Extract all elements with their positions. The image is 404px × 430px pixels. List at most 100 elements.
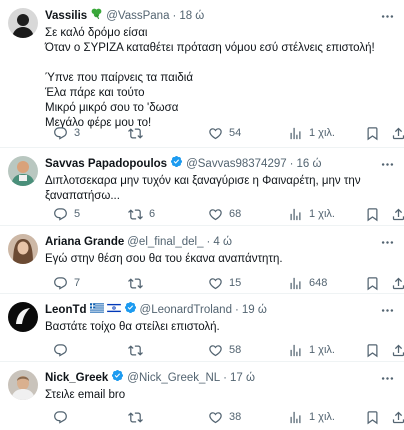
tweet[interactable]: Nick_Greek @Nick_Greek_NL · 17 ώ Στειλε … [0,362,404,430]
more-icon[interactable] [378,302,396,318]
separator-dot: · [223,372,227,384]
share-icon [391,343,404,358]
more-icon[interactable] [378,8,396,24]
avatar[interactable] [8,370,38,400]
handle[interactable]: @Nick_Greek_NL [127,370,220,386]
views-button[interactable]: 1 χιλ. [288,125,335,141]
bookmark-button[interactable] [365,125,380,141]
reply-count: 3 [74,127,81,139]
handle[interactable]: @Savvas98374297 [186,156,287,172]
avatar[interactable] [8,234,38,264]
share-button[interactable] [391,125,404,141]
reply-button[interactable]: 7 [53,275,80,291]
retweet-icon [128,276,143,291]
avatar[interactable] [8,156,38,186]
bookmark-button[interactable] [365,342,380,358]
separator-dot: · [234,304,239,316]
reply-button[interactable]: 5 [53,206,80,222]
views-icon [288,276,303,291]
reply-icon [53,276,68,291]
retweet-button[interactable] [128,342,149,358]
like-button[interactable]: 68 [208,206,241,222]
views-button[interactable]: 648 [288,275,327,291]
reply-icon [53,410,68,425]
tweet-text: Εγώ στην θέση σου θα του έκανα αναπάντητ… [45,253,283,265]
views-count: 1 χιλ. [309,208,335,220]
display-name[interactable]: Ariana Grande [45,234,124,250]
timestamp[interactable]: 18 ώ [179,8,204,24]
timestamp[interactable]: 16 ώ [296,156,321,172]
reply-button[interactable] [53,409,74,425]
reply-icon [53,343,68,358]
like-count: 38 [229,411,242,423]
tweet-actions: 7 15 648 [53,275,396,291]
timestamp[interactable]: 4 ώ [213,234,232,250]
tweet-actions: 3 54 1 χιλ. [53,125,396,141]
views-button[interactable]: 1 χιλ. [288,206,335,222]
separator-dot: · [206,236,211,248]
tweet[interactable]: Savvas Papadopoulos @Savvas98374297 · 16… [0,148,404,226]
share-icon [391,276,404,291]
more-icon[interactable] [378,370,396,386]
more-icon[interactable] [378,234,396,250]
retweet-button[interactable] [128,125,149,141]
avatar[interactable] [8,302,38,332]
retweet-button[interactable] [128,409,149,425]
like-icon [208,343,223,358]
reply-button[interactable]: 3 [53,125,80,141]
handle[interactable]: @el_final_del_ [127,234,203,250]
views-count: 648 [309,277,328,289]
reply-count: 5 [74,208,81,220]
like-button[interactable]: 38 [208,409,241,425]
tweet[interactable]: Ariana Grande @el_final_del_ · 4 ώ Εγώ σ… [0,226,404,294]
greece-flag-icon [89,302,104,318]
views-count: 1 χιλ. [309,344,335,356]
display-name[interactable]: LeonTd [45,302,87,318]
views-icon [288,126,303,141]
separator-dot: · [289,158,294,170]
share-button[interactable] [391,275,404,291]
bookmark-icon [365,343,380,358]
share-button[interactable] [391,409,404,425]
retweet-button[interactable]: 6 [128,206,155,222]
like-icon [208,410,223,425]
like-button[interactable]: 58 [208,342,241,358]
like-icon [208,276,223,291]
bookmark-button[interactable] [365,275,380,291]
timestamp[interactable]: 19 ώ [242,302,267,318]
views-button[interactable]: 1 χιλ. [288,409,335,425]
tweet[interactable]: LeonTd @LeonardTroland · 19 ώ Βαστάτε το… [0,294,404,362]
bookmark-button[interactable] [365,409,380,425]
display-name[interactable]: Vassilis [45,8,87,24]
views-button[interactable]: 1 χιλ. [288,342,335,358]
tweet[interactable]: Vassilis @VassPana · 18 ώ Σε καλό δρόμο … [0,0,404,148]
avatar[interactable] [8,8,38,38]
views-icon [288,343,303,358]
like-button[interactable]: 54 [208,125,241,141]
tweet-actions: 58 1 χιλ. [53,342,396,358]
share-icon [391,410,404,425]
tweet-header: Vassilis @VassPana · 18 ώ [45,8,396,24]
tweet-text: Διπλοτσεκαρα μην τυχόν και ξαναγύρισε η … [45,175,364,202]
tweet-actions: 38 1 χιλ. [53,409,396,425]
reply-icon [53,207,68,222]
share-button[interactable] [391,206,404,222]
reply-button[interactable] [53,342,74,358]
display-name[interactable]: Savvas Papadopoulos [45,156,167,172]
handle[interactable]: @LeonardTroland [140,302,232,318]
retweet-icon [128,343,143,358]
tweet-header: Nick_Greek @Nick_Greek_NL · 17 ώ [45,370,396,386]
share-icon [391,126,404,141]
handle[interactable]: @VassPana [106,8,169,24]
reply-count: 7 [74,277,81,289]
like-count: 58 [229,344,242,356]
bookmark-button[interactable] [365,206,380,222]
more-icon[interactable] [378,156,396,172]
like-button[interactable]: 15 [208,275,241,291]
retweet-icon [128,126,143,141]
timestamp[interactable]: 17 ώ [230,370,255,386]
share-button[interactable] [391,342,404,358]
tweet-text: Σε καλό δρόμο είσαι Όταν ο ΣΥΡΙΖΑ καταθέ… [45,27,375,129]
retweet-button[interactable] [128,275,149,291]
display-name[interactable]: Nick_Greek [45,370,108,386]
